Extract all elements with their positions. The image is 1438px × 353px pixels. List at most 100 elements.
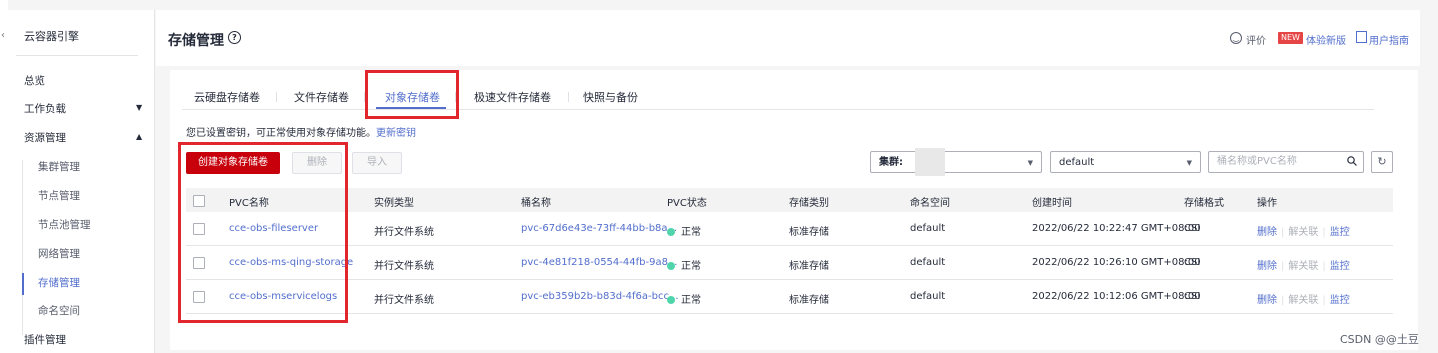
status-ok-icon — [667, 228, 675, 236]
user-guide-link[interactable]: 用户指南 — [1369, 32, 1409, 47]
instance-type: 并行文件系统 — [374, 261, 434, 272]
status-ok-icon — [667, 262, 675, 270]
tab-separator — [568, 92, 569, 102]
monitor-link[interactable]: 监控 — [1330, 295, 1350, 306]
tab-obs[interactable]: 对象存储卷 — [385, 89, 440, 105]
delete-button[interactable]: 删除 — [292, 152, 342, 174]
op-separator: | — [1281, 295, 1285, 306]
sidebar-item-nodes[interactable]: 节点管理 — [38, 188, 80, 203]
row-actions: 删除 | 解关联 | 监控 — [1257, 257, 1350, 272]
sidebar-item-namespaces[interactable]: 命名空间 — [38, 303, 80, 318]
guide-icon — [1356, 31, 1367, 43]
row-checkbox[interactable] — [193, 223, 205, 235]
left-edge-strip: ‹ — [0, 0, 8, 353]
disassociate-link[interactable]: 解关联 — [1288, 261, 1318, 272]
bucket-name-link[interactable]: pvc-67d6e43e-73ff-44bb-b8a... — [521, 223, 677, 234]
pvc-name-link[interactable]: cce-obs-mservicelogs — [229, 291, 337, 302]
table-row: cce-obs-ms-qing-storage 并行文件系统 pvc-4e81f… — [186, 246, 1393, 280]
row-checkbox[interactable] — [193, 257, 205, 269]
column-header: 命名空间 — [910, 198, 950, 209]
op-separator: | — [1322, 295, 1326, 306]
status-text: 正常 — [681, 227, 701, 238]
instance-type: 并行文件系统 — [374, 295, 434, 306]
created-time: 2022/06/22 10:12:06 GMT+08:00 — [1032, 291, 1201, 302]
chevron-up-icon[interactable]: ▲ — [136, 132, 142, 141]
tabs-divider — [182, 109, 1374, 110]
disassociate-link[interactable]: 解关联 — [1288, 295, 1318, 306]
pvc-status: 正常 — [667, 257, 701, 272]
row-checkbox[interactable] — [193, 291, 205, 303]
pvc-status: 正常 — [667, 223, 701, 238]
status-text: 正常 — [681, 261, 701, 272]
sidebar-item-node-pools[interactable]: 节点池管理 — [38, 217, 91, 232]
monitor-link[interactable]: 监控 — [1330, 227, 1350, 238]
column-header: 操作 — [1257, 198, 1277, 209]
refresh-icon: ↻ — [1377, 155, 1387, 168]
sidebar: 云容器引擎 总览 工作负载 ▼ 资源管理 ▲ 集群管理 节点管理 节点池管理 网… — [8, 10, 155, 353]
sidebar-item-addons[interactable]: 插件管理 — [24, 332, 66, 347]
op-separator: | — [1322, 261, 1326, 272]
tab-evs[interactable]: 云硬盘存储卷 — [194, 89, 260, 105]
created-time: 2022/06/22 10:22:47 GMT+08:00 — [1032, 223, 1201, 234]
cluster-select[interactable]: 集群: ▼ — [870, 148, 1042, 176]
disassociate-link[interactable]: 解关联 — [1288, 227, 1318, 238]
storage-tabs: 云硬盘存储卷 文件存储卷 对象存储卷 极速文件存储卷 快照与备份 — [170, 70, 1418, 110]
pvc-name-link[interactable]: cce-obs-fileserver — [229, 223, 318, 234]
pvc-name-link[interactable]: cce-obs-ms-qing-storage — [229, 257, 353, 268]
column-header: 存储类别 — [789, 198, 829, 209]
page-title: 存储管理 — [168, 33, 224, 49]
sidebar-item-resources[interactable]: 资源管理 — [24, 130, 66, 145]
storage-format: CSI — [1184, 223, 1201, 234]
active-indicator — [22, 273, 24, 295]
chevron-down-icon[interactable]: ▼ — [136, 103, 142, 112]
bucket-name-link[interactable]: pvc-eb359b2b-b83d-4f6a-bcc... — [521, 291, 679, 302]
tab-snapshots[interactable]: 快照与备份 — [583, 89, 638, 105]
update-key-link[interactable]: 更新密钥 — [376, 128, 416, 139]
storage-class: 标准存储 — [789, 295, 829, 306]
delete-link[interactable]: 删除 — [1257, 295, 1277, 306]
redacted-cluster-name — [915, 148, 945, 176]
column-header: PVC名称 — [229, 198, 269, 209]
monitor-link[interactable]: 监控 — [1330, 261, 1350, 272]
feedback-link[interactable]: 评价 — [1246, 32, 1266, 47]
column-header: 实例类型 — [374, 198, 414, 209]
sidebar-item-network[interactable]: 网络管理 — [38, 246, 80, 261]
bucket-name-link[interactable]: pvc-4e81f218-0554-44fb-9a8... — [521, 257, 677, 268]
refresh-button[interactable]: ↻ — [1371, 151, 1393, 173]
search-icon[interactable] — [1347, 156, 1357, 166]
column-header: 桶名称 — [521, 198, 551, 209]
sidebar-item-clusters[interactable]: 集群管理 — [38, 159, 80, 174]
new-version-link[interactable]: 体验新版 — [1306, 32, 1346, 47]
table-row: cce-obs-mservicelogs 并行文件系统 pvc-eb359b2b… — [186, 280, 1393, 314]
op-separator: | — [1281, 227, 1285, 238]
status-text: 正常 — [681, 295, 701, 306]
delete-link[interactable]: 删除 — [1257, 227, 1277, 238]
help-icon[interactable]: ? — [228, 31, 241, 44]
namespace: default — [910, 291, 946, 302]
search-input[interactable]: 桶名称或PVC名称 — [1208, 151, 1364, 173]
collapse-icon[interactable]: ‹ — [1, 30, 5, 41]
new-badge: NEW — [1278, 32, 1303, 44]
tab-sfs[interactable]: 文件存储卷 — [294, 89, 349, 105]
sidebar-divider — [16, 55, 138, 56]
namespace: default — [910, 257, 946, 268]
op-separator: | — [1322, 227, 1326, 238]
namespace: default — [910, 223, 946, 234]
select-all-checkbox[interactable] — [193, 195, 205, 207]
import-button[interactable]: 导入 — [352, 152, 402, 174]
namespace-select[interactable]: default ▼ — [1050, 151, 1201, 173]
sidebar-item-overview[interactable]: 总览 — [24, 73, 45, 88]
storage-class: 标准存储 — [789, 227, 829, 238]
content-panel: 云硬盘存储卷 文件存储卷 对象存储卷 极速文件存储卷 快照与备份 您已设置密钥，… — [170, 70, 1418, 350]
tab-separator — [455, 92, 456, 102]
page-header: 存储管理 ? ‿ 评价 NEW 体验新版 用户指南 — [156, 10, 1420, 66]
chevron-down-icon: ▼ — [1186, 159, 1192, 167]
tab-sfs-turbo[interactable]: 极速文件存储卷 — [474, 89, 551, 105]
create-obs-volume-button[interactable]: 创建对象存储卷 — [186, 152, 280, 174]
key-notice: 您已设置密钥，可正常使用对象存储功能。更新密钥 — [186, 124, 416, 139]
sidebar-item-workloads[interactable]: 工作负载 — [24, 101, 66, 116]
column-header: 存储格式 — [1184, 198, 1224, 209]
delete-link[interactable]: 删除 — [1257, 261, 1277, 272]
sidebar-item-storage[interactable]: 存储管理 — [38, 275, 80, 290]
chevron-down-icon: ▼ — [1027, 159, 1033, 167]
